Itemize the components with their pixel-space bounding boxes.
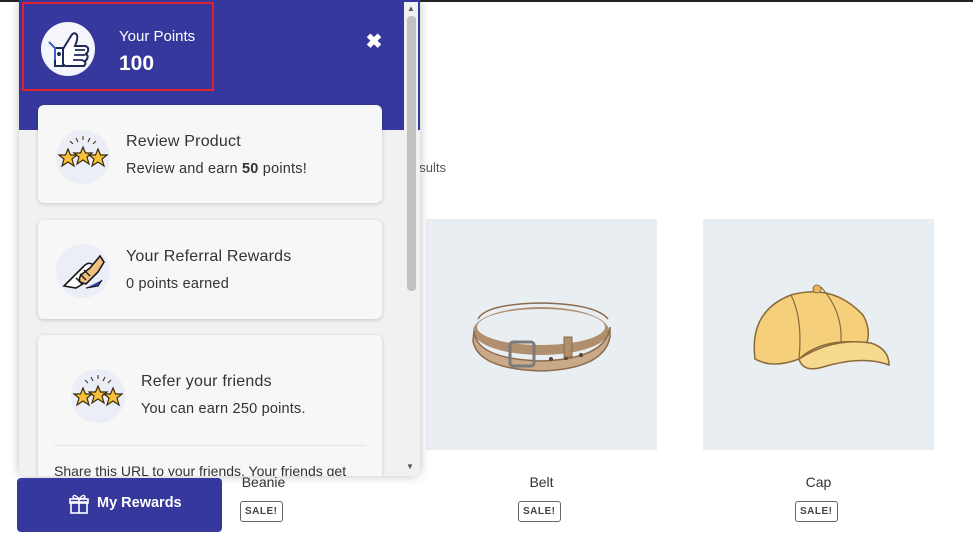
stars-icon bbox=[56, 130, 110, 184]
scroll-down-icon[interactable]: ▼ bbox=[406, 462, 414, 471]
scrollbar-thumb[interactable] bbox=[407, 16, 416, 291]
cap-product-image[interactable] bbox=[703, 219, 934, 450]
my-rewards-button[interactable]: My Rewards bbox=[17, 478, 222, 532]
cap-icon bbox=[753, 284, 890, 370]
card-title: Your Referral Rewards bbox=[126, 248, 292, 265]
scroll-up-icon[interactable]: ▲ bbox=[407, 4, 415, 13]
close-icon[interactable]: ✖ bbox=[364, 30, 384, 54]
product-name-cap[interactable]: Cap bbox=[703, 474, 934, 490]
card-subtitle: You can earn 250 points. bbox=[141, 401, 306, 417]
card-subtitle: 0 points earned bbox=[126, 276, 229, 292]
belt-product-image[interactable] bbox=[426, 219, 657, 450]
card-title: Review Product bbox=[126, 133, 241, 150]
product-name-belt[interactable]: Belt bbox=[426, 474, 657, 490]
sale-badge: SALE! bbox=[518, 501, 561, 522]
my-rewards-label: My Rewards bbox=[97, 495, 182, 511]
belt-icon bbox=[472, 302, 611, 372]
points-label: Your Points bbox=[119, 28, 196, 45]
thumbs-up-icon bbox=[41, 22, 95, 76]
stars-icon bbox=[71, 369, 125, 423]
share-url-text: Share this URL to your friends. Your fri… bbox=[54, 463, 347, 476]
handshake-icon bbox=[56, 244, 110, 298]
sale-badge: SALE! bbox=[795, 501, 838, 522]
sale-badge: SALE! bbox=[240, 501, 283, 522]
refer-friends-card[interactable]: Refer your friends You can earn 250 poin… bbox=[38, 335, 382, 476]
rewards-panel: Your Points 100 ✖ Review Product Review … bbox=[19, 0, 420, 476]
referral-rewards-card[interactable]: Your Referral Rewards 0 points earned bbox=[38, 220, 382, 319]
points-value: 100 bbox=[119, 52, 155, 75]
gift-icon bbox=[68, 493, 90, 515]
divider bbox=[54, 445, 366, 446]
card-subtitle: Review and earn 50 points! bbox=[126, 161, 307, 177]
review-product-card[interactable]: Review Product Review and earn 50 points… bbox=[38, 105, 382, 203]
card-title: Refer your friends bbox=[141, 373, 272, 390]
